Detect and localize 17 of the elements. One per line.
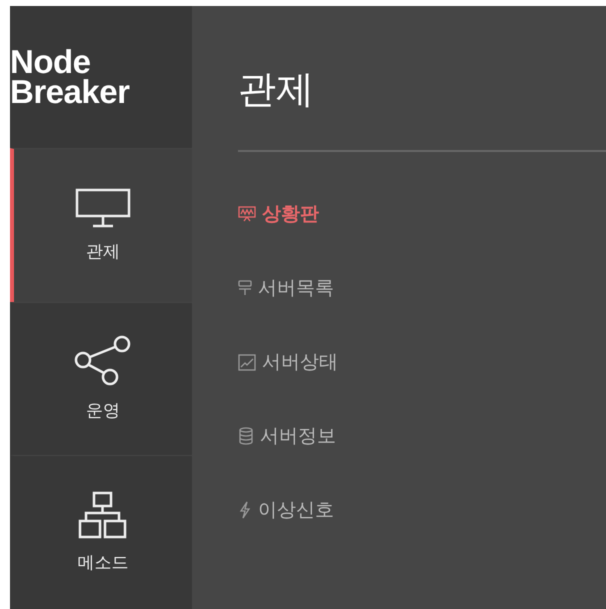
logo-text: Breaker [10, 76, 130, 107]
submenu-item[interactable]: 서버상태 [238, 350, 606, 374]
database-icon [238, 427, 254, 445]
nav-item[interactable]: 관제 [10, 148, 192, 302]
page-title: 관제 [238, 66, 315, 113]
presentation-icon [238, 206, 256, 222]
submenu-item[interactable]: 상황판 [238, 202, 606, 226]
network-icon [78, 491, 128, 540]
submenu-item[interactable]: 이상신호 [238, 498, 606, 522]
server-icon [238, 280, 252, 296]
submenu-item[interactable]: 서버정보 [238, 424, 606, 448]
monitor-icon [75, 188, 131, 228]
share-icon [74, 335, 132, 388]
line-chart-icon [238, 354, 256, 370]
lightning-icon [238, 501, 252, 519]
logo-text: Node [10, 47, 90, 77]
submenu-item[interactable]: 서버목록 [238, 276, 606, 300]
